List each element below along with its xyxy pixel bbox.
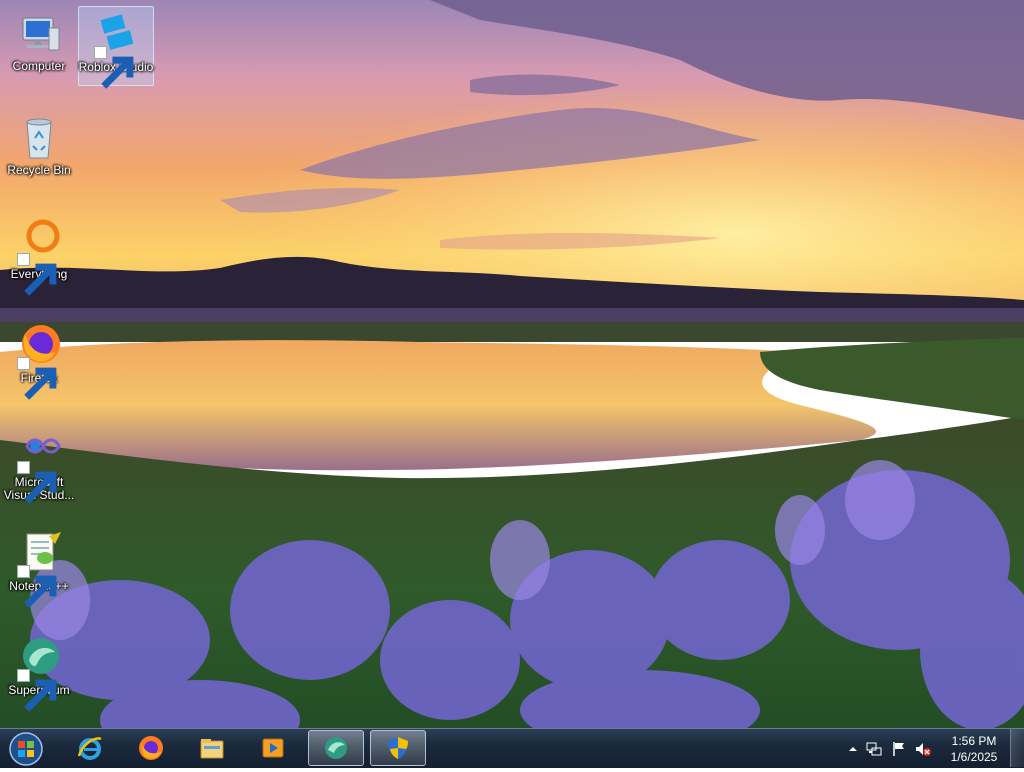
taskbar-supermium[interactable] <box>308 730 364 766</box>
supermium-icon <box>15 634 63 712</box>
shortcut-arrow-icon <box>94 46 134 89</box>
action-center-flag-icon[interactable] <box>891 741 907 757</box>
shortcut-arrow-icon <box>17 669 57 712</box>
desktop-icon-roblox-studio[interactable]: Roblox Studio <box>78 6 154 89</box>
clock-date: 1/6/2025 <box>950 750 998 764</box>
start-button[interactable] <box>6 731 46 767</box>
show-hidden-icons-chevron[interactable] <box>845 741 861 757</box>
clock-time: 1:56 PM <box>951 734 997 748</box>
shortcut-arrow-icon <box>17 565 57 608</box>
file-explorer-icon <box>200 739 224 759</box>
show-desktop-button[interactable] <box>1010 729 1024 767</box>
uac-shield-icon <box>388 737 408 759</box>
taskbar: 1:56 PM 1/6/2025 <box>0 728 1024 768</box>
notepadpp-icon <box>15 530 63 608</box>
network-icon[interactable] <box>866 741 882 757</box>
desktop-icon-supermium[interactable]: Supermium <box>1 630 77 712</box>
desktop-icon-firefox[interactable]: Firefox <box>1 318 77 400</box>
shortcut-arrow-icon <box>17 253 57 296</box>
everything-search-icon <box>15 218 63 296</box>
desktop-icon-recycle-bin[interactable]: Recycle Bin <box>1 110 77 190</box>
desktop-icon-everything[interactable]: Everything <box>1 214 77 296</box>
taskbar-uac-shield[interactable] <box>370 730 426 766</box>
taskbar-file-explorer[interactable] <box>184 730 240 766</box>
shortcut-arrow-icon <box>17 461 57 504</box>
desktop-wallpaper <box>0 0 1024 768</box>
desktop-icon-label: Recycle Bin <box>7 163 71 177</box>
media-player-icon <box>262 738 284 758</box>
desktop-icon-label: Computer <box>12 59 66 73</box>
visual-studio-icon <box>15 426 63 504</box>
computer-icon <box>15 10 63 58</box>
supermium-icon <box>325 737 347 759</box>
firefox-icon <box>15 322 63 400</box>
recycle-bin-icon <box>15 114 63 162</box>
taskbar-firefox[interactable] <box>123 730 179 766</box>
taskbar-media-player[interactable] <box>245 730 301 766</box>
internet-explorer-icon <box>77 737 102 760</box>
taskbar-internet-explorer[interactable] <box>62 730 118 766</box>
firefox-icon <box>139 736 163 760</box>
start-orb-icon <box>9 732 43 766</box>
desktop-icon-notepadpp[interactable]: Notepad++ <box>1 526 77 608</box>
roblox-studio-icon <box>92 11 140 89</box>
desktop-icon-computer[interactable]: Computer <box>1 6 77 86</box>
volume-muted-icon[interactable] <box>915 741 931 757</box>
shortcut-arrow-icon <box>17 357 57 400</box>
desktop-icon-visual-studio[interactable]: Microsoft Visual Stud... <box>1 422 77 504</box>
system-clock[interactable]: 1:56 PM 1/6/2025 <box>936 733 1012 765</box>
